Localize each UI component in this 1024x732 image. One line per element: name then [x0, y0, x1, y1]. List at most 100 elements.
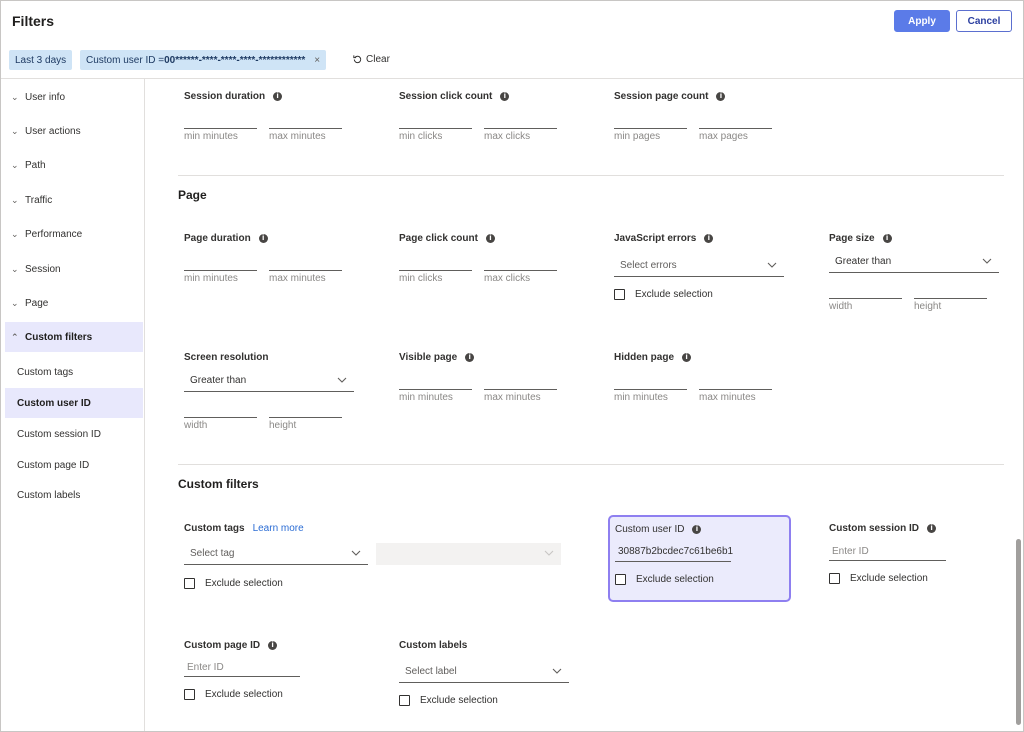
field-label-text: Visible page: [399, 352, 458, 363]
hidden-page-max-input[interactable]: [699, 389, 772, 390]
page-duration-max-input[interactable]: [269, 270, 342, 271]
custom-page-id-exclude[interactable]: Exclude selection: [184, 689, 283, 700]
custom-session-id-underline: [829, 560, 946, 561]
checkbox[interactable]: [184, 578, 195, 589]
sidebar-item-label: Custom user ID: [17, 397, 91, 409]
session-duration-max-input[interactable]: [269, 128, 342, 129]
sidebar-subitem-custom-tags[interactable]: Custom tags: [5, 357, 143, 387]
chip-prefix: Custom user ID =: [86, 54, 165, 66]
custom-page-id-input[interactable]: Enter ID: [187, 662, 224, 673]
screen-resolution-select[interactable]: Greater than: [184, 370, 354, 392]
page-size-height-input[interactable]: [914, 298, 987, 299]
sidebar-item-path[interactable]: ⌄ Path: [5, 150, 143, 180]
session-page-count-label: Session page count i: [614, 91, 726, 102]
hidden-page-min-input[interactable]: [614, 389, 687, 390]
custom-tags-exclude[interactable]: Exclude selection: [184, 578, 283, 589]
checkbox[interactable]: [399, 695, 410, 706]
custom-user-id-chip[interactable]: Custom user ID = 00******-****-****-****…: [80, 50, 327, 70]
javascript-errors-exclude[interactable]: Exclude selection: [614, 289, 713, 300]
custom-user-id-exclude[interactable]: Exclude selection: [615, 574, 714, 585]
custom-tags-value-select: [376, 543, 561, 565]
page-duration-min-input[interactable]: [184, 270, 257, 271]
checkbox-label: Exclude selection: [636, 574, 714, 585]
sidebar-item-page[interactable]: ⌄ Page: [5, 288, 143, 318]
close-icon[interactable]: ×: [314, 55, 320, 66]
chevron-down-icon: ⌄: [11, 194, 19, 205]
learn-more-link[interactable]: Learn more: [253, 523, 304, 534]
date-range-chip[interactable]: Last 3 days: [9, 50, 73, 70]
custom-labels-select[interactable]: Select label: [399, 661, 569, 683]
javascript-errors-select[interactable]: Select errors: [614, 255, 784, 277]
max-hint: max clicks: [484, 131, 531, 142]
apply-button[interactable]: Apply: [894, 10, 950, 32]
checkbox-label: Exclude selection: [205, 578, 283, 589]
info-icon[interactable]: i: [273, 92, 283, 101]
session-clicks-max-input[interactable]: [484, 128, 557, 129]
custom-page-id-underline: [184, 676, 300, 677]
page-size-width-input[interactable]: [829, 298, 902, 299]
javascript-errors-label: JavaScript errors i: [614, 233, 714, 244]
session-clicks-min-input[interactable]: [399, 128, 472, 129]
visible-page-max-input[interactable]: [484, 389, 557, 390]
custom-tags-select[interactable]: Select tag: [184, 543, 368, 565]
info-icon[interactable]: i: [704, 234, 714, 243]
custom-labels-label: Custom labels: [399, 640, 467, 651]
field-label-text: Hidden page: [614, 352, 675, 363]
date-range-chip-label: Last 3 days: [15, 54, 67, 66]
min-hint: min minutes: [399, 392, 453, 403]
info-icon[interactable]: i: [716, 92, 726, 101]
sidebar-item-custom-filters[interactable]: ⌃ Custom filters: [5, 322, 143, 352]
sidebar-item-session[interactable]: ⌄ Session: [5, 254, 143, 284]
visible-page-min-input[interactable]: [399, 389, 472, 390]
checkbox[interactable]: [615, 574, 626, 585]
vertical-scrollbar[interactable]: [1016, 539, 1021, 725]
sidebar-subitem-custom-session-id[interactable]: Custom session ID: [5, 419, 143, 449]
chevron-down-icon: [982, 258, 992, 264]
select-value: Greater than: [835, 256, 892, 267]
sidebar-item-user-actions[interactable]: ⌄ User actions: [5, 116, 143, 146]
page-section-title: Page: [178, 188, 207, 202]
page-click-count-label: Page click count i: [399, 233, 495, 244]
info-icon[interactable]: i: [682, 353, 692, 362]
clear-button[interactable]: Clear: [352, 54, 390, 65]
custom-session-id-input[interactable]: Enter ID: [832, 546, 869, 557]
checkbox[interactable]: [614, 289, 625, 300]
page-size-select[interactable]: Greater than: [829, 251, 999, 273]
custom-filters-section-title: Custom filters: [178, 477, 259, 491]
checkbox[interactable]: [829, 573, 840, 584]
checkbox-label: Exclude selection: [850, 573, 928, 584]
info-icon[interactable]: i: [268, 641, 278, 650]
screen-resolution-width-input[interactable]: [184, 417, 257, 418]
info-icon[interactable]: i: [882, 234, 892, 243]
page-duration-label: Page duration i: [184, 233, 268, 244]
sidebar-item-label: Custom tags: [17, 366, 74, 378]
custom-session-id-exclude[interactable]: Exclude selection: [829, 573, 928, 584]
sidebar-item-performance[interactable]: ⌄ Performance: [5, 219, 143, 249]
info-icon[interactable]: i: [465, 353, 475, 362]
sidebar-subitem-custom-page-id[interactable]: Custom page ID: [5, 450, 143, 480]
custom-page-id-label: Custom page ID i: [184, 640, 278, 651]
field-label-text: Session duration: [184, 91, 266, 102]
chevron-down-icon: [337, 377, 347, 383]
sidebar-item-user-info[interactable]: ⌄ User info: [5, 82, 143, 112]
sidebar-subitem-custom-labels[interactable]: Custom labels: [5, 480, 143, 510]
info-icon[interactable]: i: [485, 234, 495, 243]
select-placeholder: Select label: [405, 666, 457, 677]
sidebar-item-traffic[interactable]: ⌄ Traffic: [5, 185, 143, 215]
page-clicks-min-input[interactable]: [399, 270, 472, 271]
page-clicks-max-input[interactable]: [484, 270, 557, 271]
session-duration-min-input[interactable]: [184, 128, 257, 129]
info-icon[interactable]: i: [500, 92, 510, 101]
info-icon[interactable]: i: [692, 525, 702, 534]
sidebar-subitem-custom-user-id[interactable]: Custom user ID: [5, 388, 143, 418]
info-icon[interactable]: i: [927, 524, 937, 533]
session-pages-max-input[interactable]: [699, 128, 772, 129]
info-icon[interactable]: i: [258, 234, 268, 243]
custom-user-id-input[interactable]: 30887b2bcdec7c61be6b1: [618, 546, 733, 557]
cancel-button[interactable]: Cancel: [956, 10, 1012, 32]
screen-resolution-height-input[interactable]: [269, 417, 342, 418]
chip-value: 00******-****-****-****-************: [164, 54, 306, 66]
session-pages-min-input[interactable]: [614, 128, 687, 129]
custom-labels-exclude[interactable]: Exclude selection: [399, 695, 498, 706]
checkbox[interactable]: [184, 689, 195, 700]
